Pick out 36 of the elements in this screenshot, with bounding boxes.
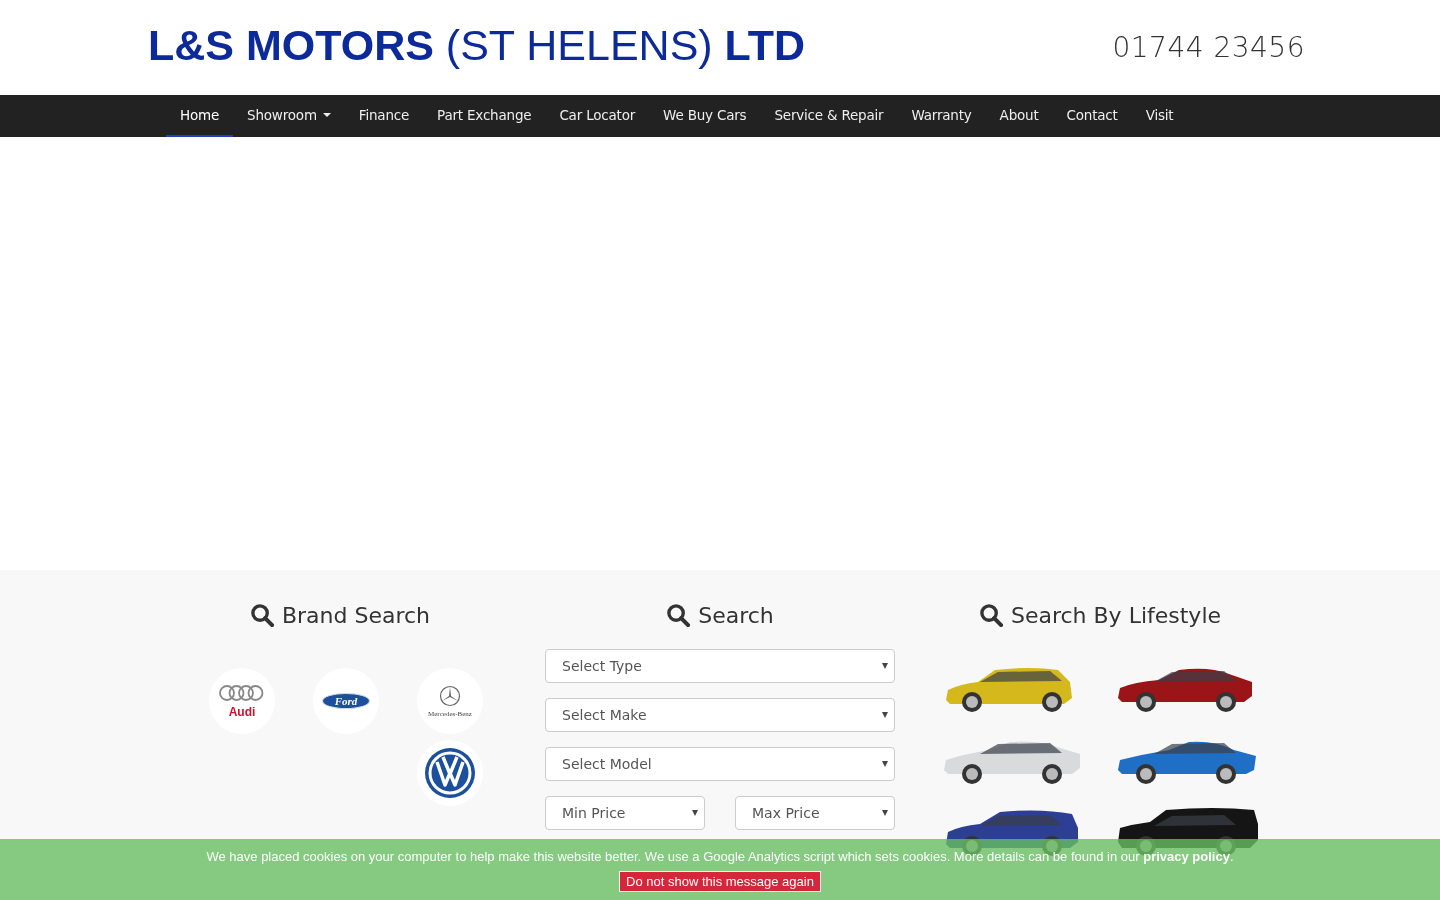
logo-text: Ford [321, 693, 371, 709]
nav-link[interactable]: Visit [1131, 95, 1188, 137]
section-heading: Search By Lifestyle [1010, 602, 1222, 628]
nav-link[interactable]: Showroom [233, 95, 345, 137]
nav-link[interactable]: We Buy Cars [649, 95, 761, 137]
search-icon [978, 603, 1003, 627]
select-field[interactable]: Select Make [545, 698, 895, 732]
nav-link[interactable]: Part Exchange [423, 95, 546, 137]
search-icon [249, 603, 274, 627]
site-logo[interactable]: L&S MOTORS (ST HELENS) LTD [148, 20, 805, 75]
select-field[interactable]: Min Price [545, 796, 705, 830]
dropdown-arrow-icon [882, 761, 888, 767]
nav-link[interactable]: Car Locator [545, 95, 650, 137]
dropdown-arrow-icon [882, 810, 888, 816]
dropdown-arrow-icon [692, 810, 698, 816]
logo-text: Audi [228, 704, 256, 719]
nav-link[interactable]: Service & Repair [760, 95, 898, 137]
select-field[interactable]: Max Price [735, 796, 895, 830]
cookie-message: We have placed cookies on your computer to help make this website better. We use a Google Analytics script which sets cookies. More details can be found in our privacy policy. [206, 849, 1234, 864]
nav-link[interactable]: Home [166, 95, 234, 137]
section-heading: Search [698, 602, 774, 628]
dropdown-arrow-icon [882, 663, 888, 669]
vw-emblem-icon [424, 747, 476, 799]
nav-link[interactable]: Warranty [897, 95, 986, 137]
select-field[interactable]: Select Model [545, 747, 895, 781]
nav-link[interactable]: About [985, 95, 1053, 137]
brand-logo[interactable]: Audi [209, 668, 275, 734]
section-heading: Brand Search [281, 602, 431, 628]
nav-link[interactable]: Contact [1052, 95, 1132, 137]
nav-link[interactable]: Finance [344, 95, 424, 137]
brand-logo[interactable]: Ford [313, 668, 379, 734]
search-icon [666, 603, 691, 627]
dismiss-button[interactable]: Do not show this message again [619, 871, 821, 892]
dropdown-arrow-icon [882, 712, 888, 718]
select-field[interactable]: Select Type [545, 649, 895, 683]
phone-number: 01744 23456 [1112, 31, 1305, 64]
